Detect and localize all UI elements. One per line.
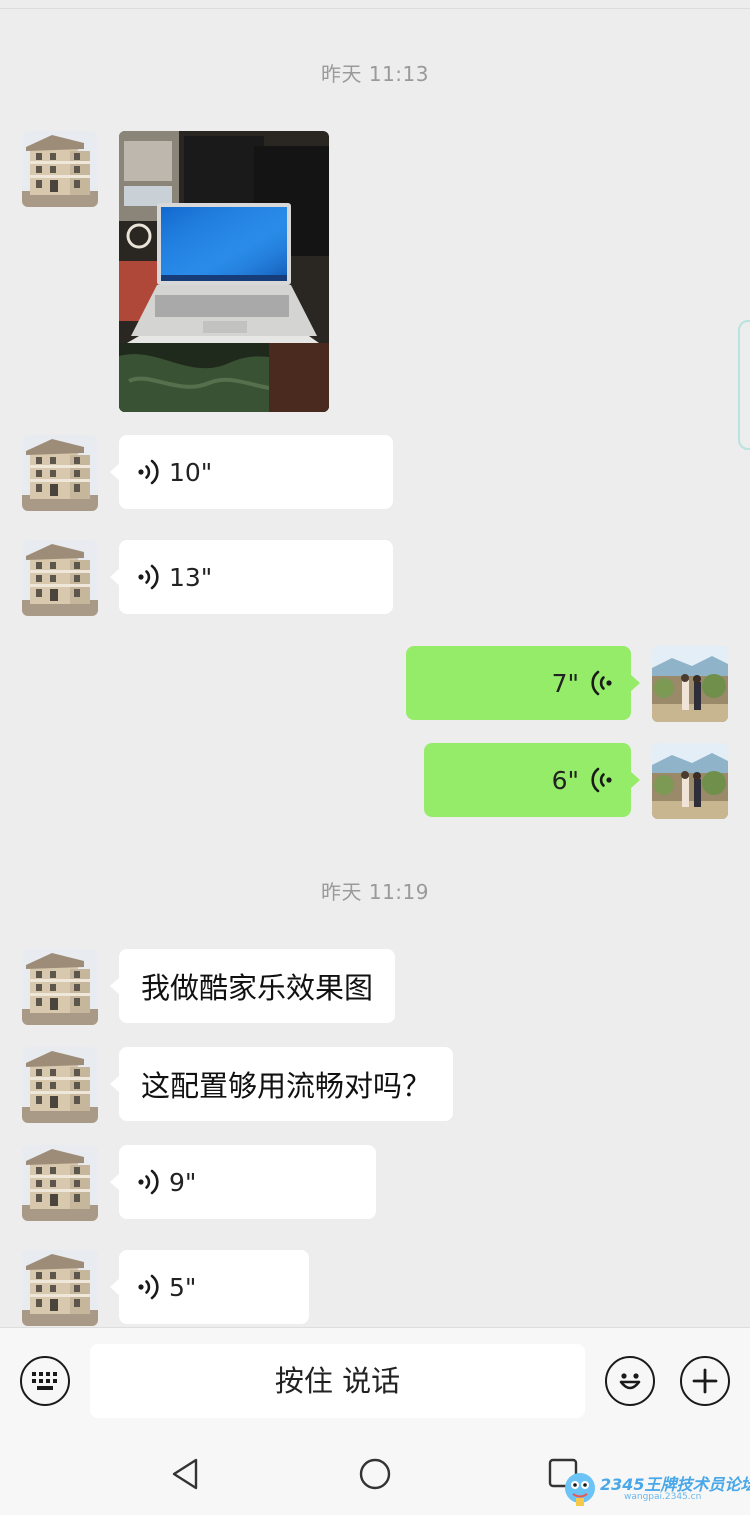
keyboard-icon (32, 1372, 57, 1390)
mascot-logo-icon (565, 1473, 595, 1506)
my-avatar[interactable] (652, 646, 728, 722)
text-message-incoming[interactable]: 我做酷家乐效果图 (109, 949, 396, 1023)
laptop-photo-message[interactable] (119, 131, 329, 412)
voice-wave-icon (137, 562, 163, 592)
voice-wave-icon (137, 1272, 163, 1302)
watermark-url: wangpai.2345.cn (624, 1492, 702, 1502)
voice-duration: 9" (169, 1167, 197, 1197)
plus-icon (692, 1368, 718, 1394)
voice-wave-icon (137, 1167, 163, 1197)
contact-avatar[interactable] (22, 1047, 98, 1123)
voice-duration: 5" (169, 1272, 197, 1302)
contact-avatar[interactable] (22, 540, 98, 616)
voice-duration: 13" (169, 562, 213, 592)
voice-duration: 6" (551, 765, 579, 795)
voice-duration: 7" (551, 668, 579, 698)
voice-wave-icon (587, 668, 613, 698)
contact-avatar[interactable] (22, 1250, 98, 1326)
back-button[interactable] (170, 1457, 202, 1495)
my-avatar[interactable] (652, 743, 728, 819)
hold-to-talk-button[interactable]: 按住 说话 (90, 1344, 585, 1418)
voice-message-outgoing[interactable]: 6" (424, 743, 640, 817)
more-button[interactable] (680, 1356, 730, 1406)
voice-wave-icon (137, 457, 163, 487)
home-icon (359, 1458, 391, 1490)
keyboard-toggle-button[interactable] (20, 1356, 70, 1406)
home-button[interactable] (358, 1457, 392, 1495)
back-icon (172, 1458, 198, 1490)
top-divider (0, 8, 750, 9)
voice-message-outgoing[interactable]: 7" (406, 646, 640, 720)
voice-message-incoming[interactable]: 9" (110, 1145, 376, 1219)
contact-avatar[interactable] (22, 131, 98, 207)
voice-wave-icon (587, 765, 613, 795)
voice-message-incoming[interactable]: 13" (110, 540, 393, 614)
contact-avatar[interactable] (22, 1145, 98, 1221)
emoji-icon (619, 1373, 641, 1390)
voice-duration: 10" (169, 457, 213, 487)
timestamp: 昨天 11:13 (321, 62, 429, 86)
emoji-button[interactable] (605, 1356, 655, 1406)
chat-input-bar: 按住 说话 (0, 1327, 750, 1436)
voice-message-incoming[interactable]: 5" (110, 1250, 309, 1324)
text-message-incoming[interactable]: 这配置够用流畅对吗？ (109, 1047, 454, 1121)
voice-message-incoming[interactable]: 10" (110, 435, 393, 509)
forum-watermark: 2345王牌技术员论坛 wangpai.2345.cn (560, 1468, 750, 1508)
contact-avatar[interactable] (22, 435, 98, 511)
timestamp: 昨天 11:19 (321, 880, 429, 904)
contact-avatar[interactable] (22, 949, 98, 1025)
floating-side-tab[interactable] (738, 320, 750, 450)
